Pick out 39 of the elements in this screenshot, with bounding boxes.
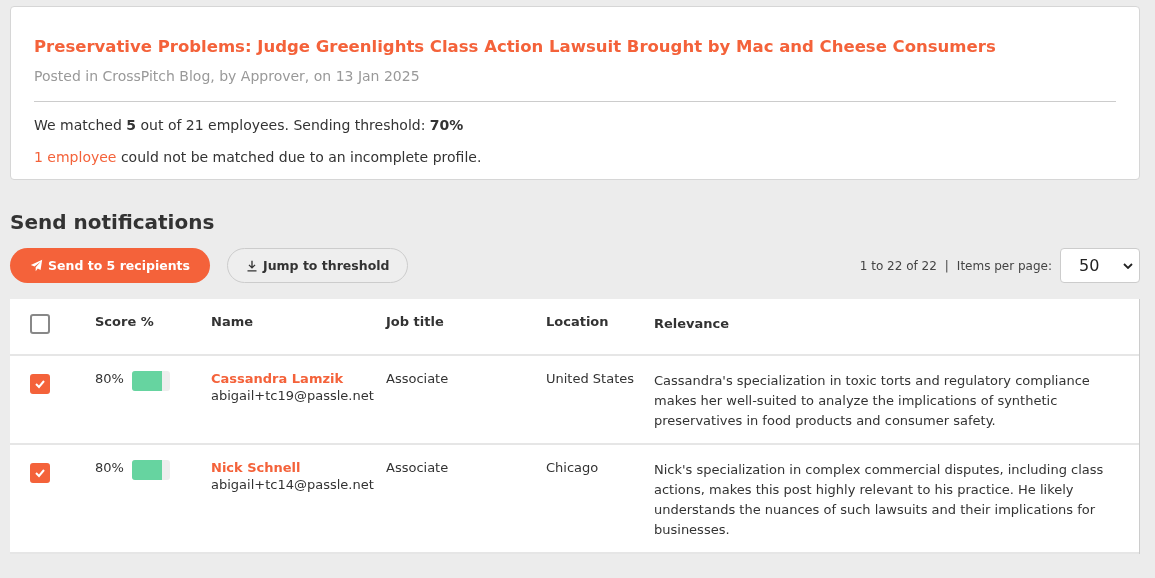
section-heading: Send notifications: [10, 210, 216, 234]
column-header: Relevance: [654, 316, 730, 331]
check-icon: [34, 378, 46, 390]
jump-button[interactable]: Jump to threshold: [227, 248, 409, 283]
job-title: Associate: [386, 371, 449, 386]
column-header: Name: [211, 314, 253, 329]
score-bar: [131, 460, 170, 480]
items-per-page-label: Items per page:: [956, 258, 1052, 273]
score-bar: [131, 371, 170, 391]
row-checkbox[interactable]: [30, 463, 50, 483]
page-range: 1 to 22 of 22: [859, 258, 937, 273]
score-value: 80%: [95, 371, 124, 386]
employee-name[interactable]: Nick Schnell: [211, 460, 301, 475]
paper-plane-icon: [30, 259, 43, 272]
column-header: Job title: [386, 314, 444, 329]
column-header: Location: [546, 314, 609, 329]
chevron-down-icon: [1123, 262, 1133, 269]
employee-email: abigail+tc14@passle.net: [211, 477, 374, 492]
download-icon: [246, 259, 258, 272]
check-icon: [34, 467, 46, 479]
send-button[interactable]: Send to 5 recipients: [10, 248, 210, 283]
job-title: Associate: [386, 460, 449, 475]
location: Chicago: [546, 460, 599, 475]
post-meta: Posted in CrossPitch Blog, by Approver, on 13 Jan 2025: [34, 68, 421, 84]
employee-email: abigail+tc19@passle.net: [211, 388, 374, 403]
score-value: 80%: [95, 460, 124, 475]
employee-link[interactable]: 1 employee: [34, 149, 117, 165]
location: United States: [546, 371, 635, 386]
column-header: Score %: [95, 314, 154, 329]
match-summary: We matched 5 out of 21 employees. Sending threshold: 70%: [34, 117, 465, 133]
items-per-page-select[interactable]: 50: [1060, 248, 1140, 283]
row-checkbox[interactable]: [30, 374, 50, 394]
relevance-text: Cassandra's specialization in toxic torts and regulatory compliance makes her well-suited to analyze the implications of synthetic preservatives in food products and consumer safety.: [654, 373, 1090, 428]
post-title: Preservative Problems: Judge Greenlights Class Action Lawsuit Brought by Mac and Cheese Consumers: [34, 37, 997, 56]
employee-name[interactable]: Cassandra Lamzik: [211, 371, 344, 386]
relevance-text: Nick's specialization in complex commercial disputes, including class actions, makes this post highly relevant to his practice. He likely understands the nuances of such lawsuits and their implications for businesses.: [654, 462, 1104, 537]
separator: |: [944, 258, 949, 273]
select-all-checkbox[interactable]: [30, 314, 50, 334]
unmatched-note: 1 employee could not be matched due to an incomplete profile.: [34, 149, 483, 165]
